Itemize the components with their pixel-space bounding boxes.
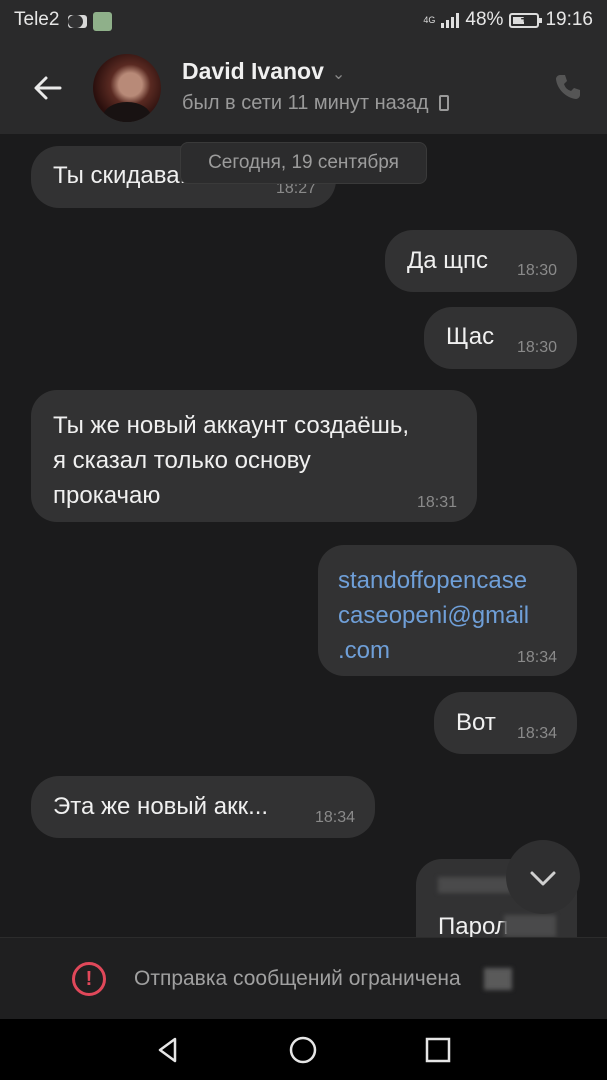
warning-icon: ! <box>72 962 106 996</box>
carrier-label: Tele2 <box>14 9 60 30</box>
message-text: Ты же новый аккаунт создаёшь, я сказал т… <box>53 412 410 509</box>
battery-percent: 48% <box>465 9 504 30</box>
message-bubble-incoming[interactable]: Ты же новый аккаунт создаёшь, я сказал т… <box>31 390 477 522</box>
last-seen-status: был в сети 11 минут назад <box>182 92 449 115</box>
status-right: 4G 48% + 19:16 <box>423 9 593 31</box>
message-bubble-outgoing[interactable]: Вот 18:34 <box>434 692 577 754</box>
message-bubble-outgoing[interactable]: standoffopencase caseopeni@gmail .com 18… <box>318 545 577 676</box>
network-type-icon: 4G <box>423 14 436 25</box>
redacted-text <box>504 915 556 937</box>
message-time: 18:30 <box>516 262 557 279</box>
phone-call-icon[interactable] <box>553 72 583 102</box>
back-arrow-icon[interactable] <box>30 70 66 106</box>
message-bubble-outgoing[interactable]: Щас 18:30 <box>424 307 577 369</box>
system-nav-bar <box>0 1019 607 1080</box>
message-text: Да щпс <box>407 247 489 274</box>
clock: 19:16 <box>545 9 593 30</box>
message-notification-icon <box>68 15 83 28</box>
date-separator: Сегодня, 19 сентября <box>180 142 427 184</box>
notification-icons <box>68 12 112 31</box>
message-time: 18:31 <box>416 494 457 511</box>
chevron-down-icon: ⌄ <box>331 66 346 83</box>
message-time: 18:30 <box>516 339 557 356</box>
scroll-down-button[interactable] <box>506 840 580 914</box>
message-text: Ты скидава... <box>53 162 200 189</box>
messaging-restricted-bar: ! Отправка сообщений ограничена <box>0 937 607 1020</box>
message-text: Щас <box>446 323 495 350</box>
message-time: 18:34 <box>314 809 355 826</box>
app-notification-icon <box>93 12 112 31</box>
nav-home-icon[interactable] <box>288 1035 318 1065</box>
chat-header: David Ivanov ⌄ был в сети 11 минут назад <box>0 42 607 134</box>
restriction-notice: Отправка сообщений ограничена <box>134 967 461 990</box>
message-text: Эта же новый акк... <box>53 793 269 820</box>
contact-name[interactable]: David Ivanov ⌄ <box>182 58 345 85</box>
message-time: 18:34 <box>516 725 557 742</box>
avatar[interactable] <box>93 54 161 122</box>
chevron-down-icon <box>530 871 556 886</box>
redacted-text <box>484 968 512 990</box>
email-link[interactable]: standoffopencase caseopeni@gmail .com <box>338 563 529 668</box>
message-text: Вот <box>456 709 496 736</box>
message-time: 18:34 <box>516 649 557 666</box>
redacted-text <box>438 877 512 893</box>
mobile-icon <box>438 95 449 111</box>
status-bar: Tele2 4G 48% + 19:16 <box>0 0 607 42</box>
message-bubble-outgoing[interactable]: Да щпс 18:30 <box>385 230 577 292</box>
battery-icon: + <box>509 11 543 28</box>
message-bubble-incoming[interactable]: Эта же новый акк... 18:34 <box>31 776 375 838</box>
nav-back-icon[interactable] <box>153 1035 183 1065</box>
nav-recents-icon[interactable] <box>423 1035 453 1065</box>
signal-icon <box>441 12 460 28</box>
